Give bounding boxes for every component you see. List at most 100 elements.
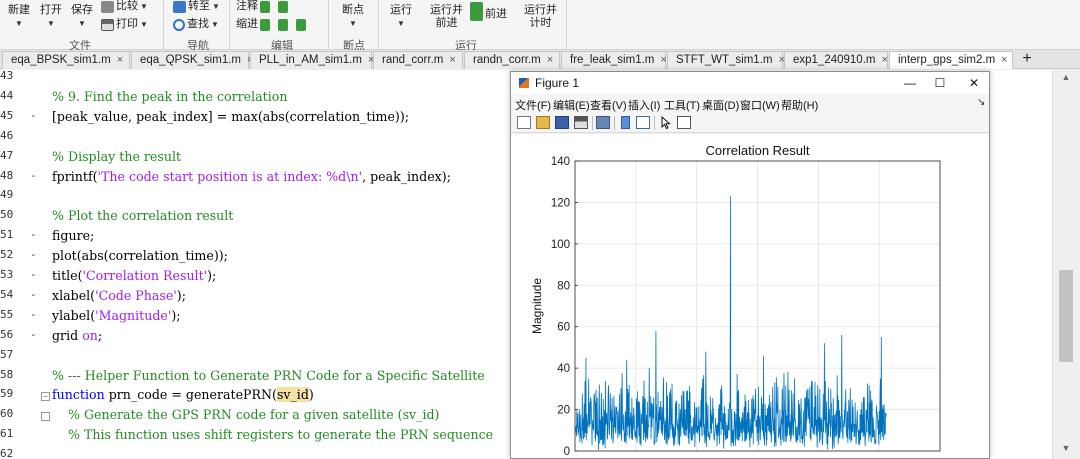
close-icon[interactable]: × [660,54,666,66]
maximize-button[interactable]: ☐ [925,74,955,92]
new-button[interactable]: 新建 ▼ [8,4,30,30]
breakpoint-marker[interactable]: - [30,328,38,341]
menu-tools[interactable]: 工具(T) [664,97,700,113]
line-number: 47 [0,148,14,162]
run-and-time-button[interactable]: 运行并 计时 [524,4,557,30]
menu-help[interactable]: 帮助(H) [781,97,818,113]
menu-desktop[interactable]: 桌面(D) [702,97,739,113]
code-line[interactable]: % Plot the correlation result [52,208,233,223]
toolbar-divider [592,116,593,130]
close-icon[interactable]: × [449,54,455,66]
code-line[interactable]: title('Correlation Result'); [52,268,216,283]
figure-window[interactable]: Figure 1 — ☐ ✕ 文件(F) 编辑(E) 查看(V) 插入(I) 工… [510,71,990,459]
code-line[interactable]: fprintf('The code start position is at i… [52,169,451,184]
code-line[interactable]: % Display the result [52,149,181,164]
code-fold-icon[interactable] [41,412,50,422]
figure-titlebar[interactable]: Figure 1 — ☐ ✕ [511,72,989,94]
new-figure-icon[interactable] [517,116,531,129]
editor-tab-active[interactable]: interp_gps_sim2.m × [889,51,1013,69]
open-label: 打开 [40,4,62,16]
breakpoint-marker[interactable]: - [30,288,38,301]
menu-view[interactable]: 查看(V) [590,97,627,113]
code-line[interactable]: [peak_value, peak_index] = max(abs(corre… [52,109,409,124]
advance-button[interactable]: 前进 [470,8,507,21]
close-icon[interactable]: × [1001,54,1007,66]
code-text: ); [171,307,181,323]
comment-button[interactable]: 注释 [236,0,288,13]
code-line[interactable]: figure; [52,228,94,243]
breakpoint-marker[interactable]: - [30,228,38,241]
print-label: 打印 [116,18,138,30]
tab-label: randn_corr.m [473,54,541,66]
menu-file[interactable]: 文件(F) [515,97,551,113]
print-figure-icon[interactable] [574,116,588,129]
close-icon[interactable]: × [117,54,123,66]
code-line[interactable]: % 9. Find the peak in the correlation [52,89,287,104]
code-line[interactable]: % --- Helper Function to Generate PRN Co… [52,368,485,383]
code-line[interactable]: function prn_code = generatePRN(sv_id) [52,387,314,403]
breakpoints-button[interactable]: 断点 ▼ [342,4,364,30]
line-number: 44 [0,88,14,102]
code-line[interactable]: xlabel('Code Phase'); [52,288,186,303]
find-button[interactable]: 查找 ▼ [173,18,219,31]
breakpoint-marker[interactable]: - [30,109,38,122]
correlation-plot[interactable]: 020406080100120140 020040060080010001200… [511,134,989,459]
editor-tab[interactable]: STFT_WT_sim1.m × [667,51,785,69]
insert-colorbar-icon[interactable] [621,116,630,129]
editor-tab[interactable]: eqa_BPSK_sim1.m × [2,51,130,69]
run-advance-button[interactable]: 运行并 前进 [430,4,463,30]
edit-plot-cursor-icon[interactable] [661,116,671,129]
menu-window[interactable]: 窗口(W) [740,97,780,113]
find-caret-icon: ▼ [211,20,219,29]
line-number: 51 [0,228,14,242]
editor-tab[interactable]: rand_corr.m × [373,51,463,69]
tab-label: eqa_QPSK_sim1.m [140,54,241,66]
editor-tab[interactable]: exp1_240910.m × [784,51,888,69]
editor-tab[interactable]: eqa_QPSK_sim1.m× [131,51,253,69]
code-line[interactable]: grid on; [52,328,102,343]
scroll-up-icon[interactable]: ▲ [1059,72,1073,86]
save-button[interactable]: 保存 ▼ [71,4,93,30]
add-tab-button[interactable]: + [1016,51,1038,69]
plot-canvas[interactable]: 020406080100120140 020040060080010001200… [511,134,989,459]
run-button[interactable]: 运行 ▼ [390,4,412,30]
indent-button[interactable]: 缩进 [236,18,306,31]
code-line[interactable]: plot(abs(correlation_time)); [52,248,228,263]
breakpoint-marker[interactable]: - [30,248,38,261]
menu-insert[interactable]: 插入(I) [628,97,660,113]
code-line[interactable]: ylabel('Magnitude'); [52,308,181,323]
link-plot-icon[interactable] [596,116,610,129]
vertical-scrollbar[interactable]: ▲ ▼ [1052,70,1080,459]
editor-tab[interactable]: fre_leak_sim1.m × [561,51,667,69]
scrollbar-thumb[interactable] [1059,270,1073,362]
menu-edit[interactable]: 编辑(E) [553,97,590,113]
line-number: 60 [0,407,14,421]
minimize-button[interactable]: — [895,74,925,92]
print-button[interactable]: 打印 ▼ [101,18,148,31]
indent-label: 缩进 [236,18,258,30]
open-file-icon[interactable] [536,116,550,129]
breakpoint-marker[interactable]: - [30,268,38,281]
code-fold-icon[interactable]: − [41,392,50,402]
breakpoint-marker[interactable]: - [30,169,38,182]
editor-tab[interactable]: PLL_in_AM_sim1.m × [250,51,374,69]
close-icon[interactable]: × [547,54,553,66]
line-number: 43 [0,70,14,82]
scroll-down-icon[interactable]: ▼ [1059,443,1073,457]
close-window-button[interactable]: ✕ [959,74,989,92]
code-line[interactable]: % This function uses shift registers to … [52,427,493,442]
compare-caret-icon: ▼ [140,2,148,11]
figure-menubar: 文件(F) 编辑(E) 查看(V) 插入(I) 工具(T) 桌面(D) 窗口(W… [511,94,989,113]
compare-button[interactable]: 比较 ▼ [101,0,148,13]
breakpoint-marker[interactable]: - [30,308,38,321]
code-line[interactable]: % Generate the GPS PRN code for a given … [52,407,439,422]
goto-button[interactable]: 转至 ▼ [173,0,220,13]
open-button[interactable]: 打开 ▼ [40,4,62,30]
undock-icon[interactable]: ↘ [977,97,985,108]
property-inspector-icon[interactable] [677,116,691,129]
save-figure-icon[interactable] [555,116,569,129]
line-number: 48 [0,168,14,182]
editor-tab[interactable]: randn_corr.m × [464,51,560,69]
close-icon[interactable]: × [881,54,887,66]
insert-legend-icon[interactable] [636,116,650,129]
